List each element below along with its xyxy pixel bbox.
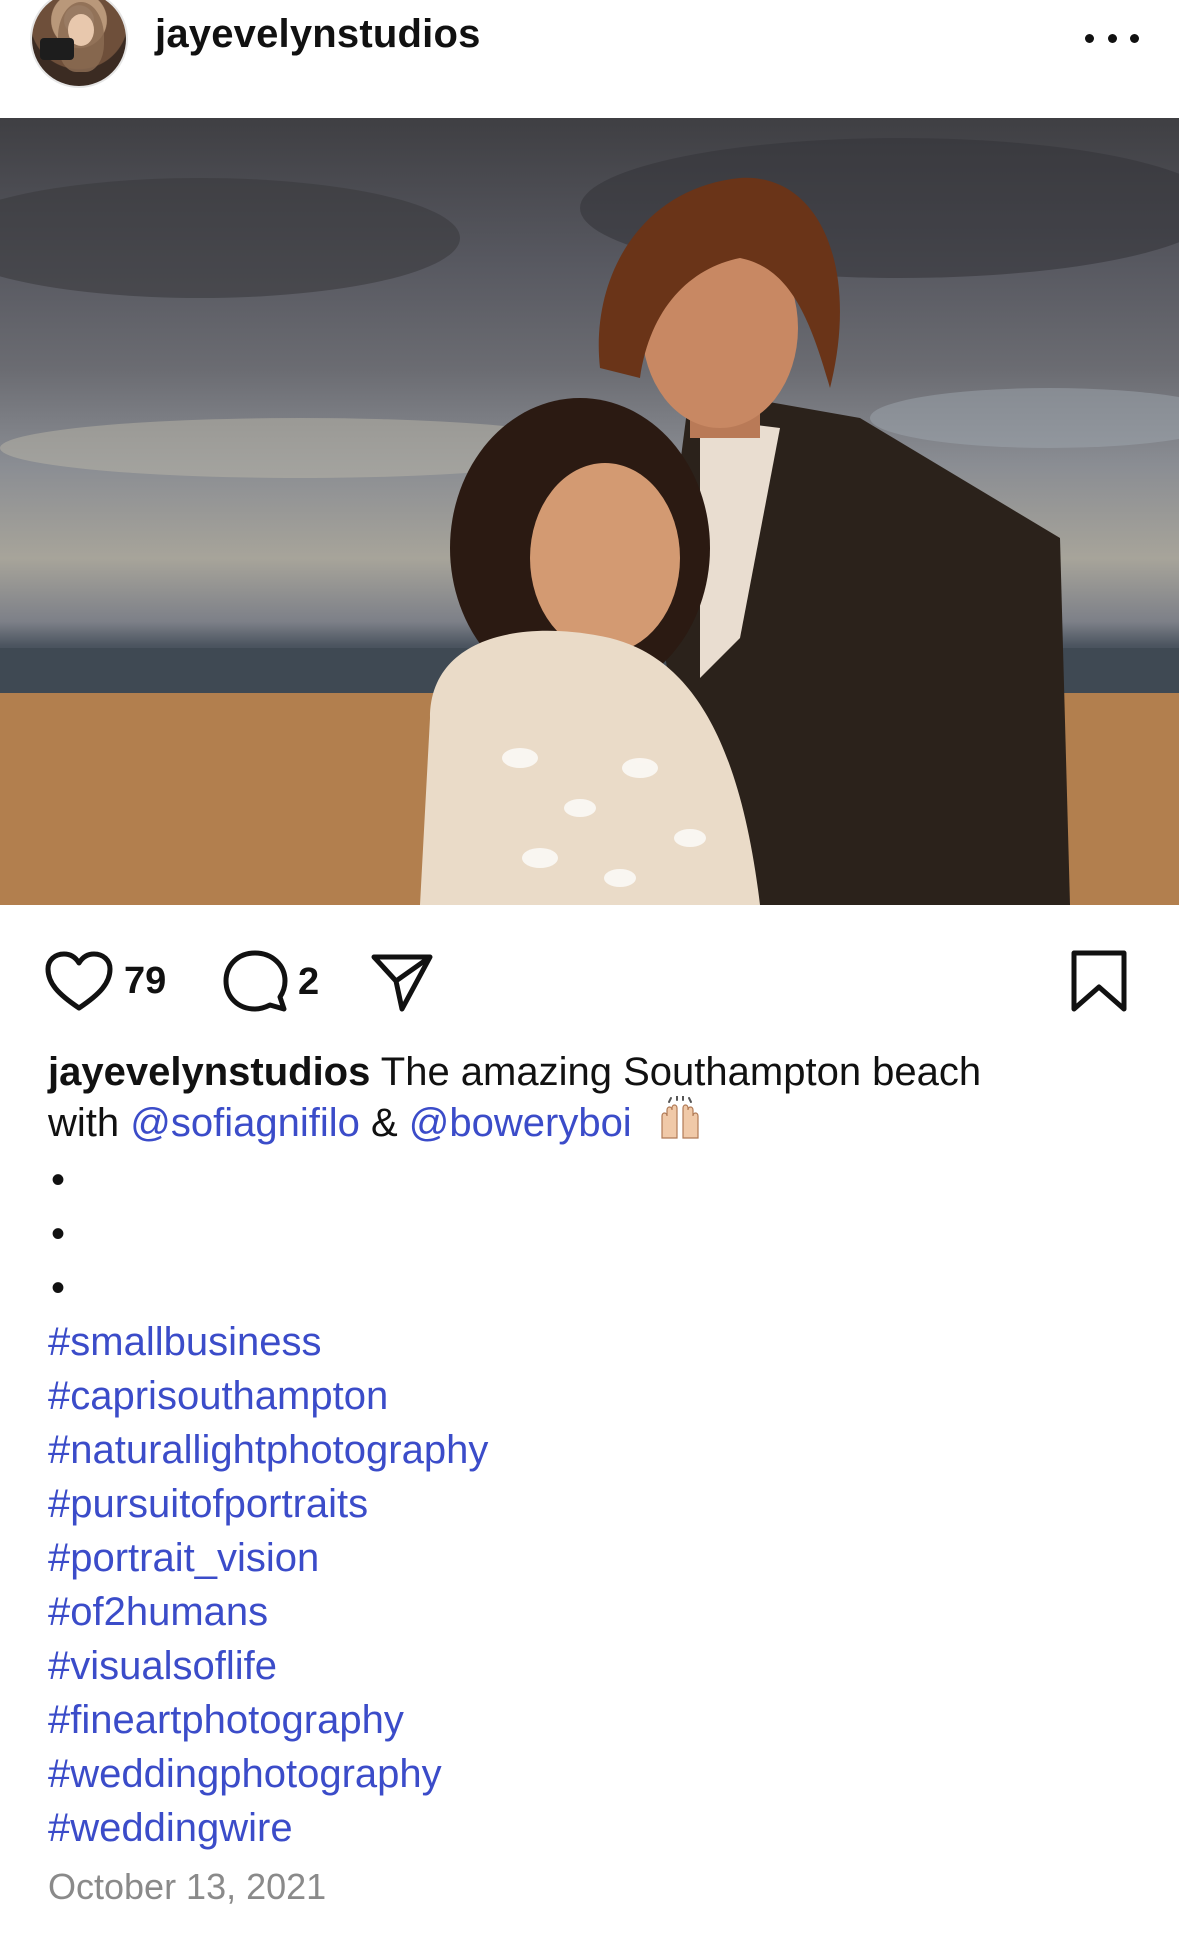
caption-text: The amazing Southampton beach [370,1050,982,1094]
hashtag-list: #smallbusiness #caprisouthampton #natura… [48,1315,1148,1855]
post-photo[interactable] [0,118,1179,905]
hashtag-link[interactable]: #naturallightphotography [48,1423,1148,1477]
action-bar: 79 2 [0,905,1179,1045]
caption-line-2: with @sofiagnifilo & @boweryboi [48,1095,1148,1153]
post-header: jayevelynstudios [0,0,1179,118]
hashtag-link[interactable]: #fineartphotography [48,1693,1148,1747]
raised-hands-emoji-icon [655,1095,705,1153]
hashtag-link[interactable]: #weddingwire [48,1801,1148,1855]
caption-dot: • [51,1266,66,1310]
post-date: October 13, 2021 [48,1866,327,1907]
share-icon[interactable] [370,951,434,1013]
caption-dot: • [51,1158,66,1202]
mention-link[interactable]: @boweryboi [409,1101,632,1145]
hashtag-link[interactable]: #caprisouthampton [48,1369,1148,1423]
heart-icon[interactable] [44,950,114,1012]
hashtag-link[interactable]: #portrait_vision [48,1531,1148,1585]
caption-amp: & [359,1101,409,1145]
mention-link[interactable]: @sofiagnifilo [130,1101,360,1145]
post-caption: jayevelynstudios The amazing Southampton… [48,1048,1148,1855]
hashtag-link[interactable]: #of2humans [48,1585,1148,1639]
hashtag-link[interactable]: #pursuitofportraits [48,1477,1148,1531]
hashtag-link[interactable]: #smallbusiness [48,1315,1148,1369]
more-icon[interactable] [1085,30,1139,46]
avatar[interactable] [32,0,126,86]
bookmark-icon[interactable] [1068,949,1130,1015]
bookmark-group [1068,949,1130,1015]
photo-illustration [0,138,1179,905]
like-count[interactable]: 79 [124,960,166,1003]
like-group: 79 [44,950,166,1012]
post-username[interactable]: jayevelynstudios [155,12,481,57]
caption-text-with: with [48,1101,131,1145]
share-group [370,951,434,1013]
comment-group: 2 [222,949,319,1015]
hashtag-link[interactable]: #visualsoflife [48,1639,1148,1693]
hashtag-link[interactable]: #weddingphotography [48,1747,1148,1801]
comment-count[interactable]: 2 [298,961,319,1004]
comment-icon[interactable] [222,949,288,1015]
caption-dot: • [51,1212,66,1256]
caption-username[interactable]: jayevelynstudios [48,1050,370,1094]
caption-line-1: jayevelynstudios The amazing Southampton… [48,1048,1148,1096]
